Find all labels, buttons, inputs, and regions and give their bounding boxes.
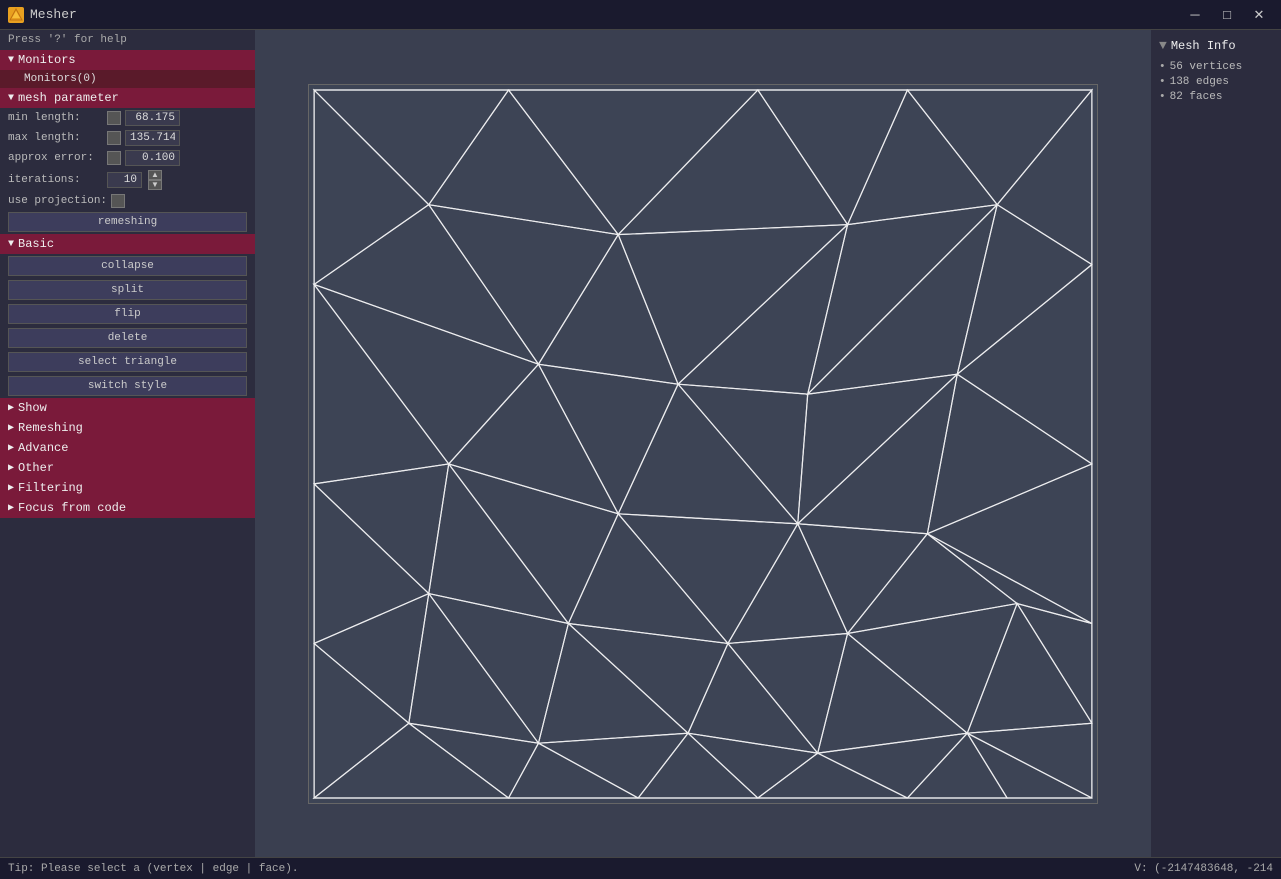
press-hint: Press '?' for help	[0, 30, 255, 50]
iterations-down-button[interactable]: ▼	[148, 180, 162, 190]
min-length-label: min length:	[8, 112, 103, 124]
remeshing-arrow-icon: ▶	[8, 422, 14, 434]
collapse-button[interactable]: collapse	[8, 256, 247, 276]
mesh-viewport[interactable]	[308, 84, 1098, 804]
iterations-label: iterations:	[8, 174, 103, 186]
focus-from-code-arrow-icon: ▶	[8, 502, 14, 514]
statusbar: Tip: Please select a (vertex | edge | fa…	[0, 857, 1281, 879]
monitors-sub-header[interactable]: Monitors(0)	[0, 70, 255, 88]
remeshing-label: Remeshing	[18, 421, 83, 435]
iterations-up-button[interactable]: ▲	[148, 170, 162, 180]
vertices-info: • 56 vertices	[1159, 61, 1273, 73]
right-panel: ▼ Mesh Info • 56 vertices • 138 edges • …	[1151, 30, 1281, 857]
use-projection-label: use projection:	[8, 195, 107, 207]
select-triangle-button[interactable]: select triangle	[8, 352, 247, 372]
max-length-row: max length:	[0, 128, 255, 148]
monitors-label: Monitors	[18, 53, 76, 67]
iterations-row: iterations: ▲ ▼	[0, 168, 255, 192]
max-length-input[interactable]	[125, 130, 180, 146]
use-projection-row: use projection:	[0, 192, 255, 210]
mesh-param-label: mesh parameter	[18, 91, 119, 105]
monitors-section-header[interactable]: ▼ Monitors	[0, 50, 255, 70]
remeshing-section-header[interactable]: ▶ Remeshing	[0, 418, 255, 438]
other-label: Other	[18, 461, 54, 475]
titlebar: Mesher ─ □ ✕	[0, 0, 1281, 30]
max-length-checkbox[interactable]	[107, 131, 121, 145]
min-length-row: min length:	[0, 108, 255, 128]
max-length-label: max length:	[8, 132, 103, 144]
sidebar: Press '?' for help ▼ Monitors Monitors(0…	[0, 30, 255, 857]
minimize-button[interactable]: ─	[1181, 5, 1209, 25]
basic-arrow-icon: ▼	[8, 239, 14, 250]
mesh-info-collapse-icon: ▼	[1159, 38, 1167, 53]
show-section-header[interactable]: ▶ Show	[0, 398, 255, 418]
iterations-input[interactable]	[107, 172, 142, 188]
other-arrow-icon: ▶	[8, 462, 14, 474]
show-label: Show	[18, 401, 47, 415]
show-arrow-icon: ▶	[8, 402, 14, 414]
faces-info: • 82 faces	[1159, 91, 1273, 103]
switch-style-button[interactable]: switch style	[8, 376, 247, 396]
monitors-sub-label: Monitors(0)	[24, 73, 97, 85]
coords-text: V: (-2147483648, -214	[1134, 863, 1273, 875]
filtering-section-header[interactable]: ▶ Filtering	[0, 478, 255, 498]
advance-arrow-icon: ▶	[8, 442, 14, 454]
app-title: Mesher	[30, 7, 77, 22]
mesh-info-title: Mesh Info	[1171, 39, 1236, 53]
approx-error-checkbox[interactable]	[107, 151, 121, 165]
edges-info: • 138 edges	[1159, 76, 1273, 88]
filtering-arrow-icon: ▶	[8, 482, 14, 494]
canvas-area[interactable]	[255, 30, 1151, 857]
main-content: Press '?' for help ▼ Monitors Monitors(0…	[0, 30, 1281, 857]
approx-error-input[interactable]	[125, 150, 180, 166]
mesh-param-section-header[interactable]: ▼ mesh parameter	[0, 88, 255, 108]
edges-count: 138 edges	[1170, 76, 1229, 88]
mesh-param-arrow-icon: ▼	[8, 93, 14, 104]
basic-section-header[interactable]: ▼ Basic	[0, 234, 255, 254]
mesh-info-header[interactable]: ▼ Mesh Info	[1159, 38, 1273, 53]
approx-error-label: approx error:	[8, 152, 103, 164]
vertices-bullet-icon: •	[1159, 61, 1166, 73]
maximize-button[interactable]: □	[1213, 5, 1241, 25]
edges-bullet-icon: •	[1159, 76, 1166, 88]
focus-from-code-section-header[interactable]: ▶ Focus from code	[0, 498, 255, 518]
delete-button[interactable]: delete	[8, 328, 247, 348]
other-section-header[interactable]: ▶ Other	[0, 458, 255, 478]
focus-from-code-label: Focus from code	[18, 501, 126, 515]
titlebar-controls: ─ □ ✕	[1181, 5, 1273, 25]
monitors-arrow-icon: ▼	[8, 55, 14, 66]
faces-bullet-icon: •	[1159, 91, 1166, 103]
app-icon	[8, 7, 24, 23]
faces-count: 82 faces	[1170, 91, 1223, 103]
advance-label: Advance	[18, 441, 68, 455]
min-length-checkbox[interactable]	[107, 111, 121, 125]
vertices-count: 56 vertices	[1170, 61, 1243, 73]
filtering-label: Filtering	[18, 481, 83, 495]
titlebar-left: Mesher	[8, 7, 77, 23]
approx-error-row: approx error:	[0, 148, 255, 168]
use-projection-checkbox[interactable]	[111, 194, 125, 208]
advance-section-header[interactable]: ▶ Advance	[0, 438, 255, 458]
split-button[interactable]: split	[8, 280, 247, 300]
close-button[interactable]: ✕	[1245, 5, 1273, 25]
remeshing-button[interactable]: remeshing	[8, 212, 247, 232]
min-length-input[interactable]	[125, 110, 180, 126]
basic-label: Basic	[18, 237, 54, 251]
flip-button[interactable]: flip	[8, 304, 247, 324]
tip-text: Tip: Please select a (vertex | edge | fa…	[8, 863, 298, 875]
